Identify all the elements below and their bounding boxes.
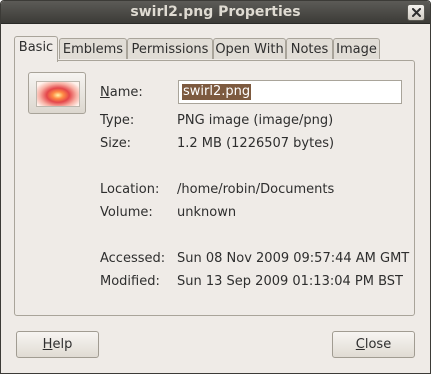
location-label: Location: <box>100 182 160 197</box>
tab-emblems[interactable]: Emblems <box>59 38 127 59</box>
type-value: PNG image (image/png) <box>177 113 334 128</box>
close-window-button[interactable] <box>407 4 425 21</box>
close-button[interactable]: Close <box>332 331 415 358</box>
volume-label: Volume: <box>100 205 153 220</box>
window-title: swirl2.png Properties <box>130 4 301 20</box>
close-icon <box>411 8 421 17</box>
size-value: 1.2 MB (1226507 bytes) <box>177 136 335 151</box>
volume-value: unknown <box>177 205 237 220</box>
accessed-value: Sun 08 Nov 2009 09:57:44 AM GMT <box>177 251 410 266</box>
tab-image[interactable]: Image <box>333 38 380 59</box>
image-thumbnail-icon <box>36 81 80 107</box>
modified-value: Sun 13 Sep 2009 01:13:04 PM BST <box>177 274 403 289</box>
help-button[interactable]: Help <box>16 331 99 358</box>
name-input-value: swirl2.png <box>182 84 252 100</box>
tab-notes[interactable]: Notes <box>286 38 333 59</box>
location-value: /home/robin/Documents <box>177 182 335 197</box>
title-bar[interactable]: swirl2.png Properties <box>1 1 430 24</box>
tab-open-with[interactable]: Open With <box>213 38 286 59</box>
name-input[interactable]: swirl2.png <box>178 80 402 104</box>
tab-permissions[interactable]: Permissions <box>127 38 213 59</box>
type-label: Type: <box>100 113 135 128</box>
tab-basic[interactable]: Basic <box>14 36 58 62</box>
modified-label: Modified: <box>100 274 160 289</box>
size-label: Size: <box>100 136 132 151</box>
accessed-label: Accessed: <box>100 251 166 266</box>
file-icon-button[interactable] <box>28 72 86 114</box>
name-label: Name: <box>100 85 143 100</box>
